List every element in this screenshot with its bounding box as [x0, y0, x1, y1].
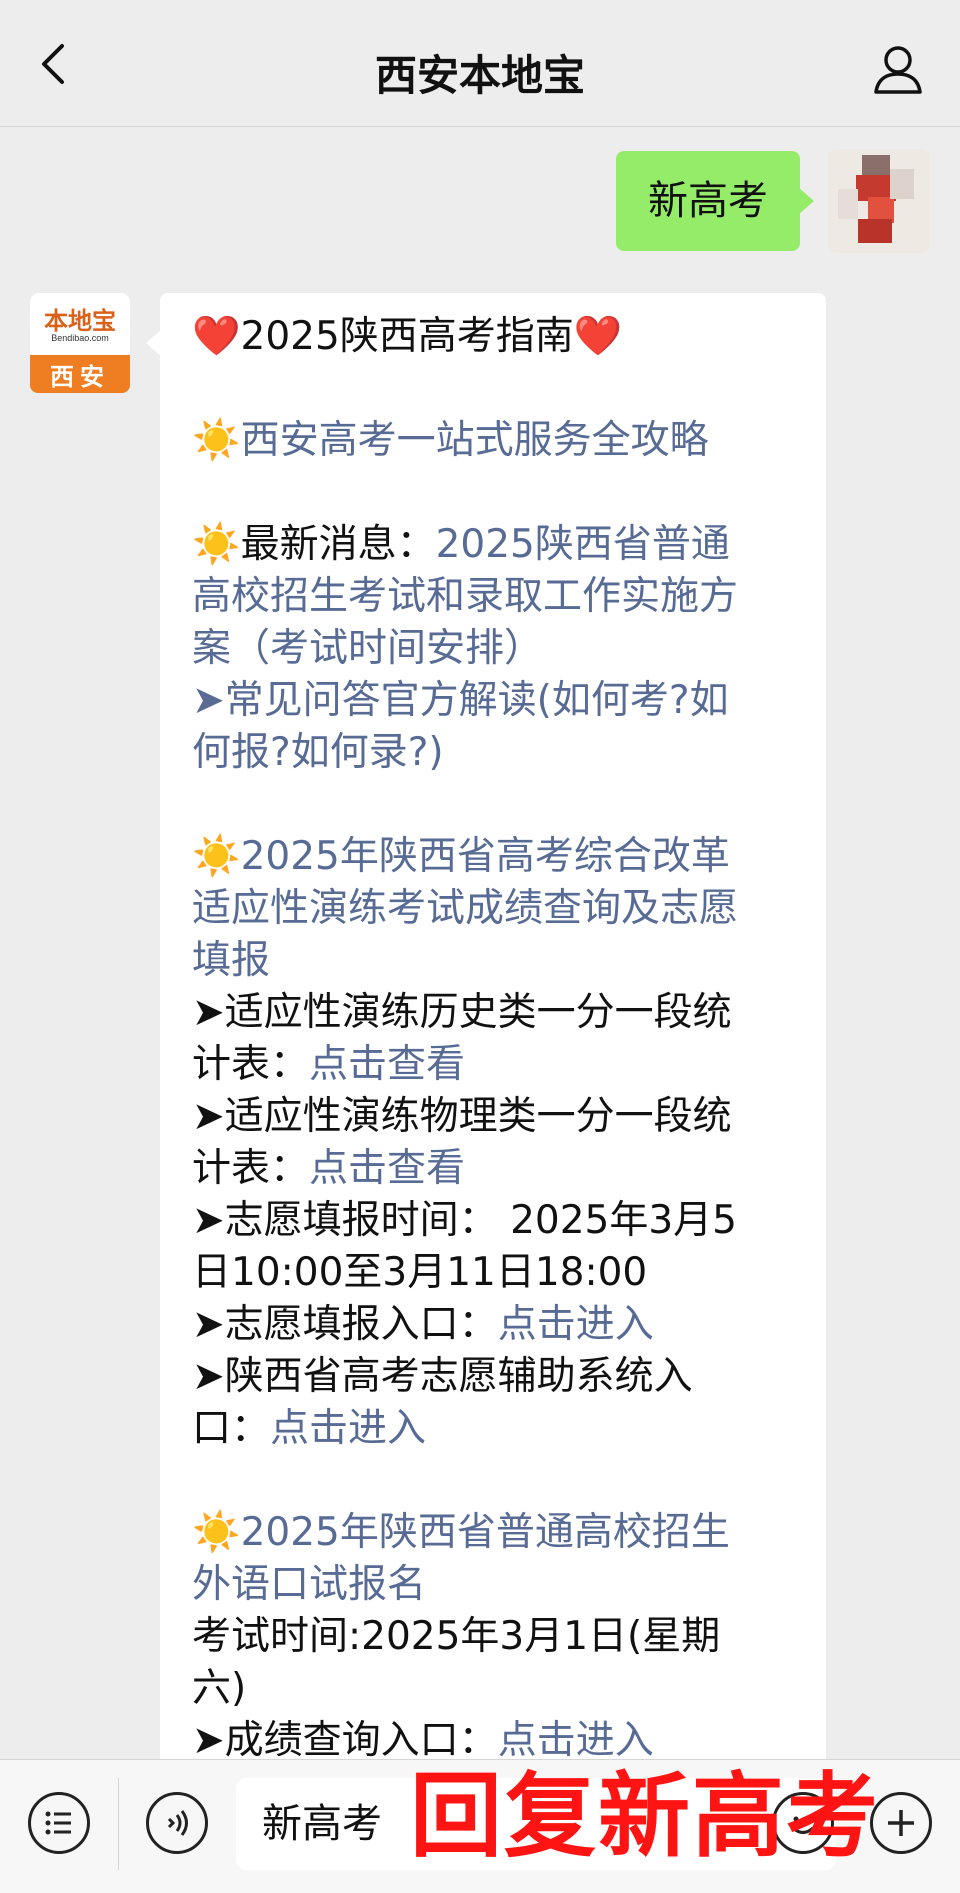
link-adaptive-exam-cont[interactable]: 适应性演练考试成绩查询及志愿: [192, 883, 796, 935]
reply-hint-overlay: 回复新高考: [410, 1763, 881, 1870]
avatar-city-text: 西安: [50, 363, 110, 391]
history-score-item: ➤适应性演练历史类一分一段统: [192, 990, 732, 1035]
link-oral-exam-cont[interactable]: 外语口试报名: [192, 1559, 796, 1611]
latest-news-label: 最新消息：: [240, 522, 436, 567]
sun-icon: ☀️: [192, 522, 241, 567]
incoming-message-bubble: ❤️2025陕西高考指南❤️ ☀️西安高考一站式服务全攻略 ☀️最新消息：202…: [146, 293, 826, 1759]
voice-icon[interactable]: [146, 1792, 208, 1854]
link-oral-exam[interactable]: 2025年陕西省普通高校招生: [241, 1510, 730, 1555]
physics-score-item: ➤适应性演练物理类一分一段统: [192, 1094, 732, 1139]
link-application-entry[interactable]: 点击进入: [498, 1302, 654, 1347]
link-faq-cont[interactable]: 何报?如何录?): [192, 727, 796, 779]
official-account-avatar[interactable]: 本地宝 Bendibao.com 西安: [30, 293, 130, 393]
link-exam-plan-end[interactable]: 案（考试时间安排）: [192, 623, 796, 675]
menu-list-icon[interactable]: [28, 1792, 90, 1854]
link-exam-plan[interactable]: 2025陕西省普通: [436, 522, 730, 567]
chat-area[interactable]: 新高考 本地宝 Bendibao.com 西安 ❤️2025陕西高考指南❤️ ☀…: [0, 127, 960, 1759]
avatar-brand-text: 本地宝: [44, 307, 116, 335]
link-assist-system[interactable]: 点击进入: [270, 1406, 426, 1451]
link-exam-plan-cont[interactable]: 高校招生考试和录取工作实施方: [192, 571, 796, 623]
divider: [118, 1778, 119, 1870]
physics-score-label: 计表：: [192, 1146, 310, 1191]
chat-title: 西安本地宝: [374, 51, 585, 100]
user-avatar[interactable]: [828, 149, 930, 253]
history-score-label: 计表：: [192, 1042, 310, 1087]
link-adaptive-exam[interactable]: 2025年陕西省高考综合改革: [241, 834, 730, 879]
link-score-query[interactable]: 点击进入: [498, 1718, 654, 1759]
sun-icon: ☀️: [192, 1510, 241, 1555]
link-xian-gaokao-guide[interactable]: 西安高考一站式服务全攻略: [241, 418, 709, 463]
oral-exam-time-cont: 六): [192, 1666, 247, 1711]
link-faq[interactable]: ➤常见问答官方解读(如何考?如: [192, 675, 796, 727]
sun-icon: ☀️: [192, 418, 241, 463]
assist-system-item: ➤陕西省高考志愿辅助系统入: [192, 1354, 693, 1399]
message-body: ❤️2025陕西高考指南❤️ ☀️西安高考一站式服务全攻略 ☀️最新消息：202…: [192, 311, 796, 1759]
assist-system-label: 口：: [192, 1406, 271, 1451]
application-entry-label: ➤志愿填报入口：: [192, 1302, 498, 1347]
application-time-item: ➤志愿填报时间： 2025年3月5: [192, 1198, 737, 1243]
avatar-site-text: Bendibao.com: [51, 333, 109, 343]
outgoing-message-bubble[interactable]: 新高考: [616, 151, 814, 251]
oral-exam-time: 考试时间:2025年3月1日(星期: [192, 1614, 721, 1659]
application-time-range: 日10:00至3月11日18:00: [192, 1250, 648, 1295]
chat-header: 西安本地宝: [0, 0, 960, 127]
profile-icon[interactable]: [870, 42, 926, 98]
message-heading: ❤️2025陕西高考指南❤️: [192, 314, 623, 359]
sun-icon: ☀️: [192, 834, 241, 879]
score-query-label: ➤成绩查询入口：: [192, 1718, 498, 1759]
link-physics-score-table[interactable]: 点击查看: [309, 1146, 465, 1191]
link-history-score-table[interactable]: 点击查看: [309, 1042, 465, 1087]
link-adaptive-exam-end[interactable]: 填报: [192, 935, 796, 987]
